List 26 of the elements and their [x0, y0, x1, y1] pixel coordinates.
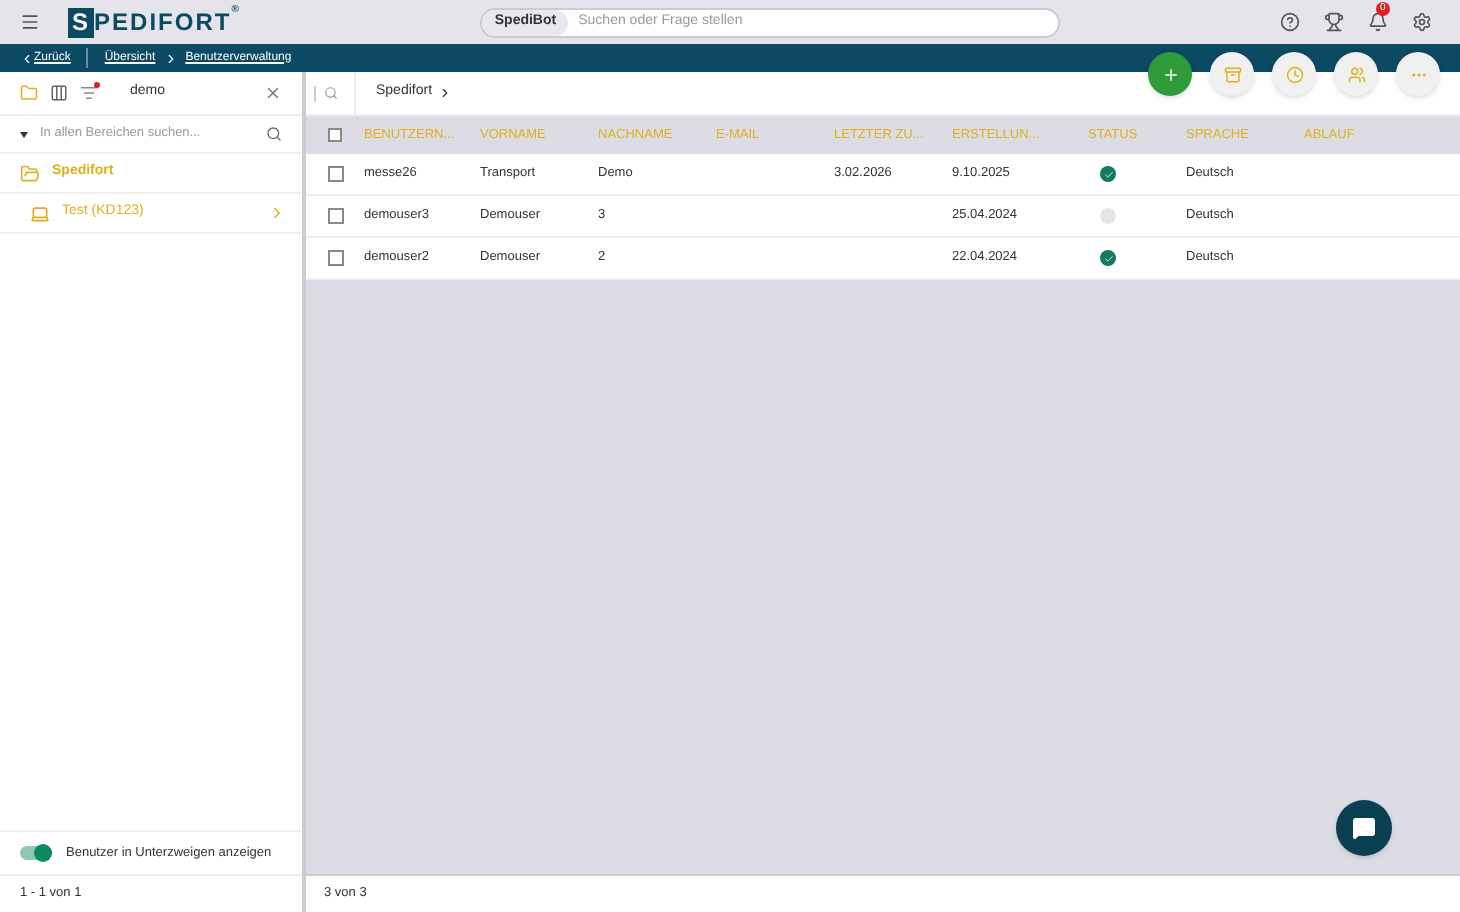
settings-icon[interactable]	[1412, 12, 1432, 32]
chat-button[interactable]	[1336, 800, 1392, 856]
chat-icon	[1352, 816, 1376, 840]
trophy-icon[interactable]	[1324, 12, 1344, 32]
search-icon[interactable]	[266, 126, 282, 142]
separator-icon	[163, 51, 178, 65]
back-icon	[20, 51, 34, 65]
menu-icon[interactable]	[20, 12, 40, 32]
close-icon[interactable]	[264, 84, 282, 102]
bell-icon[interactable]	[1368, 12, 1388, 32]
add-icon	[1161, 65, 1179, 83]
toggle-switch[interactable]	[20, 846, 52, 860]
checkbox[interactable]	[327, 166, 343, 182]
checkbox[interactable]	[328, 128, 342, 142]
checkbox[interactable]	[327, 208, 343, 224]
clock-icon	[1285, 65, 1303, 83]
chevron-icon	[438, 86, 453, 100]
users-icon	[1347, 65, 1365, 83]
folder-icon	[20, 163, 40, 183]
caret-icon[interactable]	[20, 131, 28, 137]
filter-icon[interactable]	[80, 84, 98, 102]
laptop-icon	[30, 203, 50, 223]
columns-icon[interactable]	[50, 84, 68, 102]
help-icon[interactable]	[1280, 12, 1300, 32]
archive-icon	[1223, 65, 1241, 83]
checkbox[interactable]	[327, 250, 343, 266]
